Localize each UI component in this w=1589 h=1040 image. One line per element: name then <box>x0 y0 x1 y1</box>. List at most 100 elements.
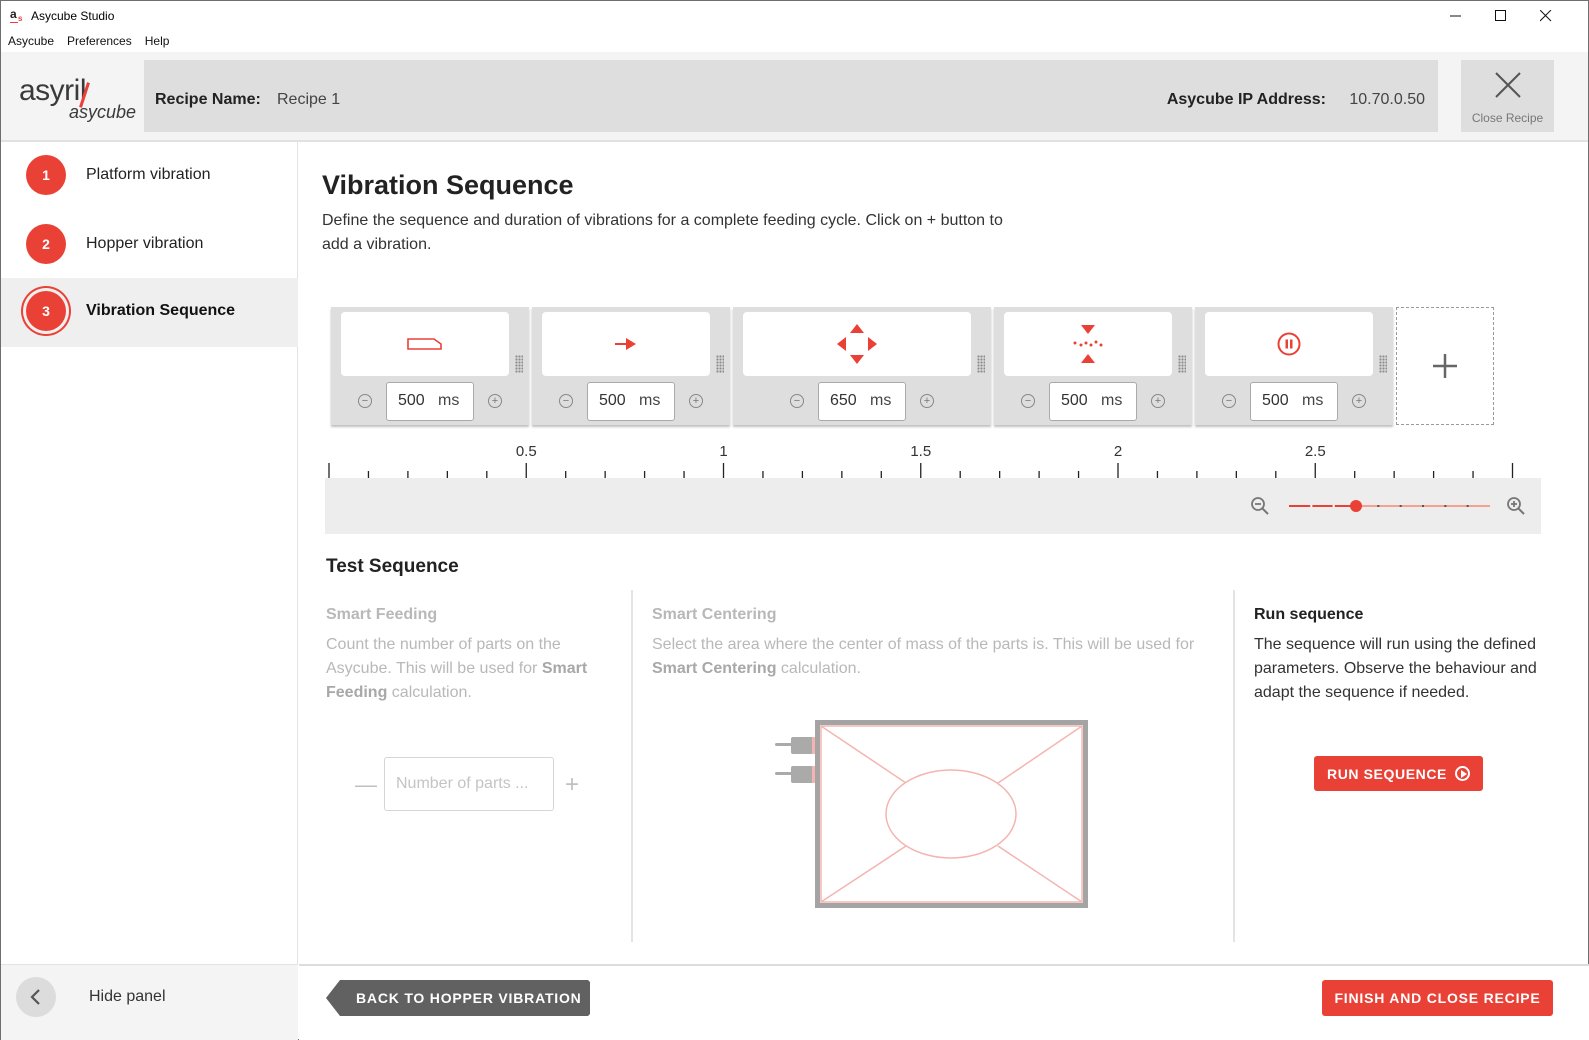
maximize-icon <box>1495 10 1506 21</box>
tick-label: 0.5 <box>516 443 537 460</box>
tick-label: 1 <box>719 443 727 460</box>
run-sequence-button[interactable]: RUN SEQUENCE <box>1314 756 1483 791</box>
hide-panel-button[interactable]: Hide panel <box>1 964 298 1040</box>
arrow-right-icon <box>615 338 636 350</box>
chevron-left-icon <box>16 977 56 1017</box>
zoom-slider[interactable] <box>1289 498 1490 514</box>
slider-step-mark <box>1310 505 1313 507</box>
recipe-info-bar: Recipe Name: Recipe 1 Asycube IP Address… <box>144 60 1438 132</box>
duration-input[interactable]: 650 ms <box>818 381 906 421</box>
tick-label: 2.5 <box>1305 443 1326 460</box>
footer: BACK TO HOPPER VIBRATION FINISH AND CLOS… <box>299 964 1589 1040</box>
test-sequence-title: Test Sequence <box>326 556 459 577</box>
vibration-card: − 500 ms + <box>1195 307 1393 425</box>
connector-icon <box>775 737 816 783</box>
smart-feeding-title: Smart Feeding <box>326 606 438 623</box>
close-icon <box>1461 66 1554 105</box>
increase-duration-button[interactable]: + <box>920 394 934 408</box>
drag-handle[interactable] <box>1178 355 1186 373</box>
step-number-badge: 2 <box>26 224 66 264</box>
increase-parts-button[interactable]: + <box>565 771 579 799</box>
title-bar: as Asycube Studio <box>1 1 1588 31</box>
app-window: as Asycube Studio Asycube Preferences He… <box>0 0 1589 1040</box>
decrease-duration-button[interactable]: − <box>358 394 372 408</box>
play-icon <box>1455 766 1470 781</box>
vibration-card: − 500 ms + <box>532 307 730 425</box>
column-divider <box>1233 590 1235 942</box>
finish-and-close-recipe-button[interactable]: FINISH AND CLOSE RECIPE <box>1322 980 1553 1016</box>
vibration-preview[interactable] <box>542 312 710 376</box>
increase-duration-button[interactable]: + <box>689 394 703 408</box>
drag-handle[interactable] <box>1379 355 1387 373</box>
vibration-preview[interactable] <box>743 312 971 376</box>
increase-duration-button[interactable]: + <box>1151 394 1165 408</box>
maximize-button[interactable] <box>1478 1 1524 31</box>
increase-duration-button[interactable]: + <box>1352 394 1366 408</box>
run-sequence-description: The sequence will run using the defined … <box>1254 636 1537 701</box>
column-divider <box>631 590 633 942</box>
timeline-track <box>325 478 1541 534</box>
platform-area-selector[interactable] <box>775 717 1095 912</box>
decrease-duration-button[interactable]: − <box>559 394 573 408</box>
ip-address-label: Asycube IP Address: <box>1166 91 1326 108</box>
smart-centering-title: Smart Centering <box>652 606 777 623</box>
tick-label: 2 <box>1114 443 1122 460</box>
sidebar-item-hopper-vibration[interactable]: 2 Hopper vibration <box>1 211 298 280</box>
drag-handle[interactable] <box>515 355 523 373</box>
drag-handle[interactable] <box>716 355 724 373</box>
slider-step-mark <box>1399 505 1402 507</box>
menu-bar: Asycube Preferences Help <box>1 31 175 51</box>
vibration-card: − 500 ms + <box>994 307 1192 425</box>
page-description: Define the sequence and duration of vibr… <box>322 212 1003 253</box>
timeline-ruler: 0.5 1 1.5 2 2.5 <box>328 443 1514 478</box>
minimize-icon <box>1450 15 1461 17</box>
asyril-logo: asyril asycube <box>19 74 137 122</box>
zoom-out-icon[interactable] <box>1250 496 1270 516</box>
duration-input[interactable]: 500 ms <box>1049 381 1137 421</box>
decrease-duration-button[interactable]: − <box>1222 394 1236 408</box>
drag-handle[interactable] <box>977 355 985 373</box>
increase-duration-button[interactable]: + <box>488 394 502 408</box>
ip-address-value: 10.70.0.50 <box>1349 91 1425 108</box>
vibration-preview[interactable] <box>1004 312 1172 376</box>
duration-input[interactable]: 500 ms <box>386 381 474 421</box>
close-recipe-button[interactable]: Close Recipe <box>1461 60 1554 132</box>
step-number-badge: 3 <box>26 291 66 331</box>
smart-centering-description: Select the area where the center of mass… <box>652 636 1195 677</box>
center-line-icon <box>1073 325 1103 363</box>
sidebar-item-vibration-sequence[interactable]: 3 Vibration Sequence <box>1 278 298 347</box>
vibration-preview[interactable] <box>341 312 509 376</box>
main-content: Vibration Sequence Define the sequence a… <box>299 142 1589 964</box>
duration-input[interactable]: 500 ms <box>587 381 675 421</box>
tick-label: 1.5 <box>910 443 931 460</box>
number-of-parts-input[interactable] <box>384 757 554 811</box>
app-logo-icon: as <box>10 7 23 23</box>
vibration-preview[interactable] <box>1205 312 1373 376</box>
decrease-duration-button[interactable]: − <box>1021 394 1035 408</box>
slider-step-mark <box>1332 505 1335 507</box>
close-window-button[interactable] <box>1523 1 1569 31</box>
zoom-in-icon[interactable] <box>1506 496 1526 516</box>
menu-asycube[interactable]: Asycube <box>1 31 60 51</box>
sidebar-item-platform-vibration[interactable]: 1 Platform vibration <box>1 142 298 211</box>
decrease-parts-button[interactable]: — <box>355 772 377 798</box>
menu-help[interactable]: Help <box>138 31 176 51</box>
slider-step-mark <box>1444 505 1447 507</box>
slider-step-mark <box>1377 505 1380 507</box>
add-vibration-button[interactable] <box>1396 307 1494 425</box>
menu-preferences[interactable]: Preferences <box>60 31 138 51</box>
pause-icon <box>1277 332 1301 356</box>
step-number-badge: 1 <box>26 155 66 195</box>
duration-input[interactable]: 500 ms <box>1250 381 1338 421</box>
sidebar: 1 Platform vibration 2 Hopper vibration … <box>1 142 298 1040</box>
slider-step-mark <box>1466 505 1469 507</box>
decrease-duration-button[interactable]: − <box>790 394 804 408</box>
close-icon <box>1540 10 1552 22</box>
recipe-name-label: Recipe Name: <box>155 91 261 108</box>
minimize-button[interactable] <box>1433 1 1479 31</box>
vibration-card: − 500 ms + <box>331 307 529 425</box>
hopper-icon <box>407 338 442 350</box>
plus-icon <box>1433 354 1457 378</box>
slider-thumb[interactable] <box>1350 500 1363 512</box>
spread-arrows-icon <box>837 324 877 364</box>
